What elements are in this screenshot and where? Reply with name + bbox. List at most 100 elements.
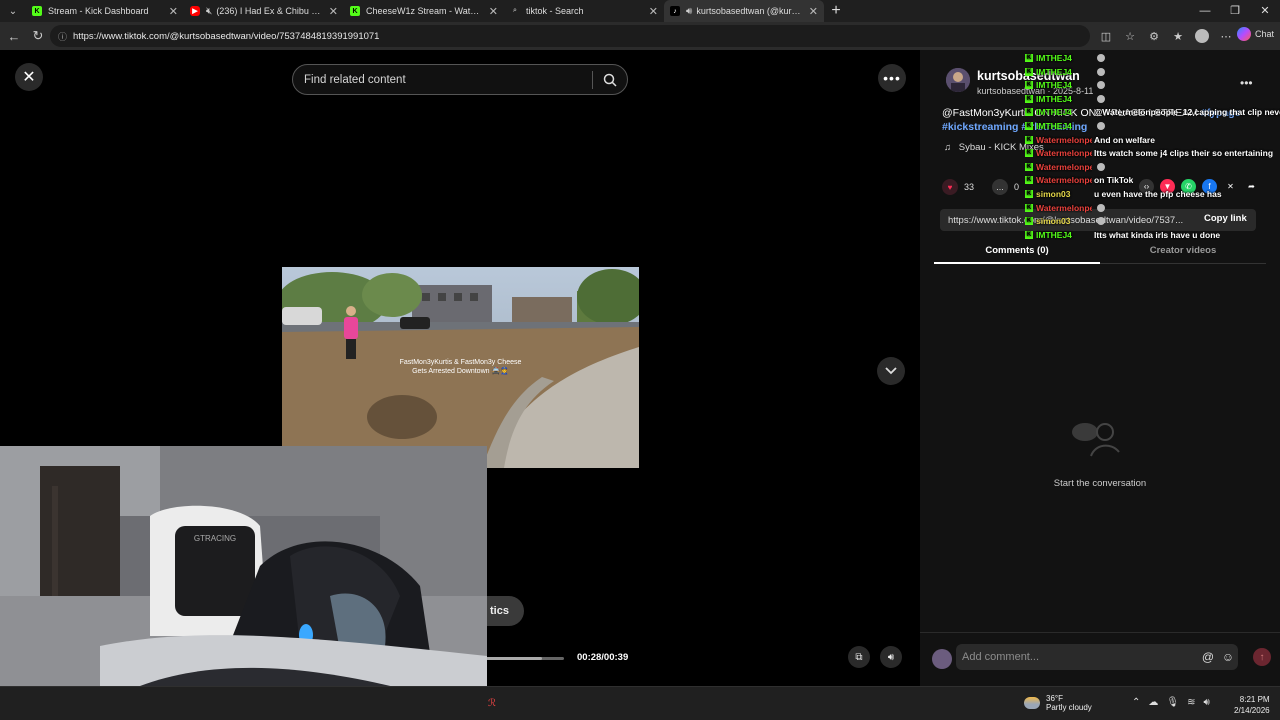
pinned-app-icon[interactable]: ℛ [488,698,496,709]
more-options-button[interactable]: ••• [878,64,906,92]
close-tab-icon[interactable]: ✕ [649,5,658,18]
chat-message: KWatermelonpeople_12Itts watch some j4 c… [1025,148,1273,158]
speaker-icon[interactable]: 🔊︎ [686,6,692,17]
related-search-input[interactable] [293,73,592,86]
kick-badge-icon: K [1025,94,1033,103]
video-frame-image: FastMon3yKurtis & FastMon3y Cheese Gets … [282,267,639,468]
refresh-icon[interactable]: ↻ [26,28,50,44]
next-video-chevron-icon[interactable] [877,357,905,385]
related-search-box[interactable] [292,64,628,95]
kick-badge-icon: K [1025,135,1033,144]
weather-widget[interactable]: 36°F Partly cloudy [1024,694,1092,712]
chat-message: K IMTHEJ4 [1025,67,1105,77]
tab-kick-dashboard[interactable]: K Stream - Kick Dashboard ✕ [26,0,184,22]
tab-tiktok-video[interactable]: ♪ 🔊︎ kurtsobasedtwan (@kurtsoba ✕ [664,0,824,22]
tab-youtube[interactable]: ▶ 🔇︎ (236) I Had Ex & Chibu BOX T ✕ [184,0,344,22]
comment-input[interactable] [956,651,1198,663]
windows-taskbar: ℛ 36°F Partly cloudy ⌃ ☁ 🎙︎ ≋ 🔊︎ 8:21 PM… [0,686,1280,720]
chat-message: KWatermelonpeople_12And on welfare [1025,135,1155,145]
chat-username[interactable]: IMTHEJ4 [1036,80,1092,90]
progress-fill [486,657,543,660]
chat-text: And on welfare [1094,134,1155,145]
chat-message: K IMTHEJ4 [1025,94,1105,104]
chat-username[interactable]: Watermelonpeople_12 [1036,135,1092,145]
author-avatar[interactable] [946,68,970,92]
chat-username[interactable]: Watermelonpeople_12 [1036,162,1092,172]
profile-avatar[interactable] [1192,26,1212,46]
empty-comments-text: Start the conversation [1053,478,1147,489]
muted-speaker-icon[interactable]: 🔇︎ [206,6,212,17]
wifi-icon[interactable]: ≋ [1187,697,1195,708]
chat-username[interactable]: Watermelonpeople_12 [1036,148,1092,158]
close-viewer-button[interactable]: ✕ [15,63,43,91]
comment-button[interactable]: … 0 [992,179,1019,195]
mention-icon[interactable]: @ [1198,650,1218,664]
emoji-icon[interactable]: ☺ [1218,650,1238,664]
tab-cheesew1z-stream[interactable]: K CheeseW1z Stream - Watch Live o ✕ [344,0,504,22]
tab-actions-menu-icon[interactable]: ⌄ [0,0,26,22]
comment-input-box[interactable]: @ ☺ [956,644,1238,670]
url-field[interactable]: ⓘ https://www.tiktok.com/@kurtsobasedtwa… [50,25,1090,47]
kick-badge-icon: K [1025,149,1033,158]
back-arrow-icon[interactable]: ← [2,29,26,44]
chat-username[interactable]: IMTHEJ4 [1036,107,1092,117]
window-controls: — ❐ ✕ [1190,0,1280,22]
chevron-up-icon[interactable]: ⌃ [1132,697,1140,708]
chat-text: Itts watch some j4 clips their so entert… [1094,148,1274,159]
chat-username[interactable]: IMTHEJ4 [1036,67,1092,77]
speaker-icon[interactable]: 🔊︎ [1203,697,1209,708]
maximize-button[interactable]: ❐ [1220,0,1250,22]
split-screen-icon[interactable]: ◫ [1096,26,1116,46]
chat-message: KWatermelonpeople_12 [1025,203,1105,213]
search-icon[interactable] [593,73,627,87]
emote-icon [1097,122,1105,130]
more-options-icon[interactable]: ⋯ [1216,26,1236,46]
collections-icon[interactable]: ★ [1168,26,1188,46]
close-tab-icon[interactable]: ✕ [809,5,818,18]
extensions-icon[interactable]: ⚙ [1144,26,1164,46]
close-tab-icon[interactable]: ✕ [169,5,178,18]
chat-username[interactable]: simon03 [1036,216,1092,226]
tab-title: (236) I Had Ex & Chibu BOX T [216,6,322,16]
emote-icon [1097,94,1105,103]
weather-temp: 36°F [1046,694,1063,703]
chat-username[interactable]: simon03 [1036,189,1092,199]
chat-username[interactable]: IMTHEJ4 [1036,53,1092,63]
emote-icon [1097,81,1105,90]
video-progress-bar[interactable] [486,657,564,660]
floating-player-icon[interactable]: ⧉ [848,646,870,668]
chat-username[interactable]: IMTHEJ4 [1036,230,1092,240]
chat-username[interactable]: IMTHEJ4 [1036,121,1092,131]
chat-username[interactable]: Watermelonpeople_12 [1036,203,1092,213]
copilot-icon [1236,27,1251,41]
chat-username[interactable]: Watermelonpeople_12 [1036,175,1092,185]
video-player[interactable]: FastMon3yKurtis & FastMon3y Cheese Gets … [282,267,639,468]
chat-username[interactable]: IMTHEJ4 [1036,94,1092,104]
copilot-label: Chat [1254,29,1274,39]
tab-tiktok-search[interactable]: ⌕ tiktok - Search ✕ [504,0,664,22]
youtube-icon: ▶ [190,6,200,16]
site-info-icon[interactable]: ⓘ [58,30,67,43]
tab-title: CheeseW1z Stream - Watch Live o [366,6,483,16]
post-comment-button[interactable]: ↑ [1253,648,1271,666]
browser-tab-bar: ⌄ K Stream - Kick Dashboard ✕ ▶ 🔇︎ (236)… [0,0,1280,22]
like-count: 33 [964,182,975,192]
close-tab-icon[interactable]: ✕ [329,5,338,18]
close-window-button[interactable]: ✕ [1250,0,1280,22]
favorite-star-icon[interactable]: ☆ [1120,26,1140,46]
emote-icon [1097,67,1105,76]
emote-icon [1097,162,1105,171]
system-tray: ⌃ ☁ 🎙︎ ≋ 🔊︎ [1132,697,1210,708]
cloud-icon[interactable]: ☁ [1148,697,1158,708]
microphone-icon[interactable]: 🎙︎ [1166,697,1179,708]
close-tab-icon[interactable]: ✕ [489,5,498,18]
new-tab-button[interactable]: + [824,2,848,20]
volume-icon[interactable]: 🔊︎ [880,646,902,668]
copilot-button[interactable]: Chat [1236,27,1274,41]
kick-badge-icon: K [1025,162,1033,171]
stream-chat-overlay: K IMTHEJ4 K IMTHEJ4 K IMTHEJ4 K IMTHEJ4 K IMTHEJ4… [1025,50,1280,262]
minimize-button[interactable]: — [1190,0,1220,22]
chat-message: K IMTHEJ4 @Watermelonpeople_12 capping tha… [1025,107,1280,117]
clock[interactable]: 8:21 PM 2/14/2026 [1234,694,1270,716]
like-button[interactable]: ♥ 33 [942,179,974,195]
